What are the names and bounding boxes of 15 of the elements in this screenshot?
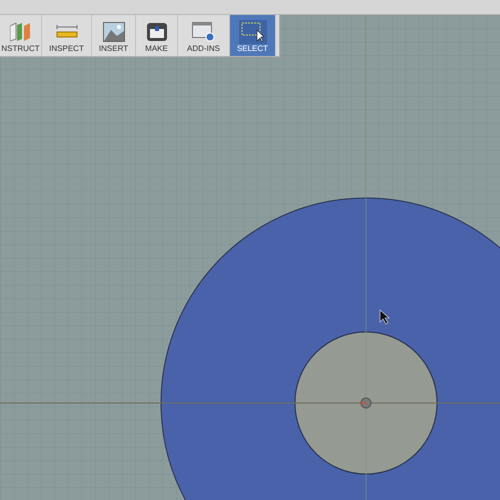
printer-icon [146, 22, 168, 42]
select-box-icon [240, 22, 264, 42]
inner-circle[interactable] [294, 332, 438, 474]
toolbar-button[interactable]: ADD-INS [178, 15, 230, 56]
design-canvas[interactable] [0, 15, 500, 500]
panels-icon [10, 22, 32, 42]
image-icon [102, 22, 124, 42]
toolbar-button[interactable]: NSTRUCT [0, 15, 42, 56]
toolbar-button[interactable]: SELECT [230, 15, 276, 56]
cursor-icon [380, 309, 390, 324]
toolbar-button[interactable]: MAKE [136, 15, 178, 56]
toolbar-button[interactable]: INSERT [92, 15, 136, 56]
measure-icon [56, 24, 78, 40]
toolbar-button[interactable]: INSPECT [42, 15, 92, 56]
window-gear-icon [192, 22, 216, 42]
